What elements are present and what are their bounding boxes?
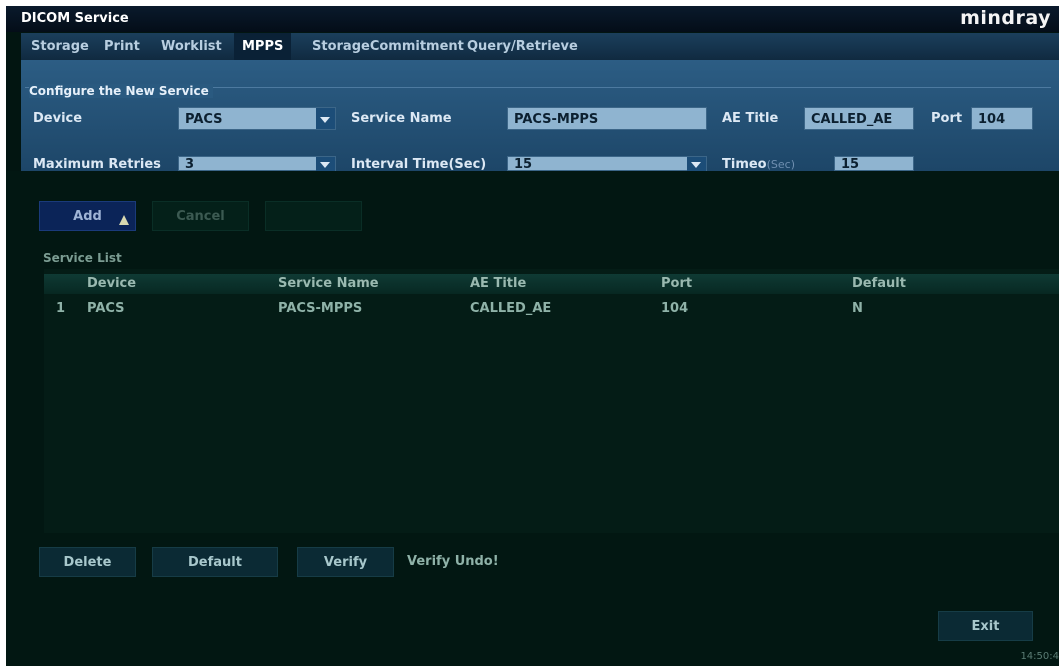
- ae-title-input[interactable]: CALLED_AE: [804, 107, 914, 130]
- device-value: PACS: [185, 112, 223, 127]
- col-default: Default: [852, 276, 906, 291]
- row-ae-title: CALLED_AE: [470, 301, 552, 316]
- interval-time-select[interactable]: 15: [507, 156, 707, 178]
- window-title: DICOM Service: [21, 11, 129, 26]
- tab-storage-commitment[interactable]: StorageCommitment: [304, 33, 472, 60]
- chevron-down-icon: [691, 162, 701, 168]
- main-area: Add Cancel Service List Device Service N…: [6, 171, 1059, 666]
- tab-bar: Storage Print Worklist MPPS StorageCommi…: [21, 33, 1059, 60]
- col-ae-title: AE Title: [470, 276, 527, 291]
- configure-group-label: Configure the New Service: [29, 84, 213, 98]
- service-list-header: Device Service Name AE Title Port Defaul…: [44, 274, 1059, 294]
- tab-print[interactable]: Print: [96, 33, 148, 60]
- service-name-value: PACS-MPPS: [514, 112, 599, 127]
- exit-button[interactable]: Exit: [938, 611, 1033, 641]
- row-port: 104: [661, 301, 689, 316]
- max-retries-label: Maximum Retries: [33, 157, 161, 172]
- tab-query-retrieve[interactable]: Query/Retrieve: [459, 33, 586, 60]
- row-device: PACS: [87, 301, 125, 316]
- configure-panel: Configure the New Service Device PACS Se…: [21, 60, 1059, 178]
- title-bar: DICOM Service mindray: [6, 6, 1059, 32]
- port-input[interactable]: 104: [971, 107, 1033, 130]
- row-index: 1: [56, 301, 66, 316]
- service-name-label: Service Name: [351, 111, 452, 126]
- chevron-down-icon: [320, 117, 330, 123]
- service-name-input[interactable]: PACS-MPPS: [507, 107, 707, 130]
- row-default: N: [852, 301, 863, 316]
- interval-time-value: 15: [514, 157, 533, 172]
- max-retries-value: 3: [185, 157, 195, 172]
- port-label: Port: [931, 111, 963, 126]
- interval-time-label: Interval Time(Sec): [351, 157, 487, 172]
- timeout-value: 15: [841, 157, 860, 172]
- timeout-input[interactable]: 15: [834, 156, 914, 172]
- max-retries-select[interactable]: 3: [178, 156, 336, 178]
- device-label: Device: [33, 111, 83, 126]
- timeout-label: Timeo(Sec): [722, 157, 796, 172]
- row-service-name: PACS-MPPS: [278, 301, 363, 316]
- col-port: Port: [661, 276, 693, 291]
- service-list-label: Service List: [43, 251, 122, 265]
- service-list: [44, 269, 1059, 533]
- verify-status: Verify Undo!: [407, 554, 499, 569]
- ae-title-label: AE Title: [722, 111, 779, 126]
- port-value: 104: [978, 112, 1006, 127]
- hand-cursor-icon: [119, 215, 129, 225]
- chevron-down-icon: [320, 162, 330, 168]
- tab-worklist[interactable]: Worklist: [153, 33, 230, 60]
- brand-logo: mindray: [960, 7, 1051, 29]
- default-button[interactable]: Default: [152, 547, 278, 577]
- clock-time: 14:50:4: [1020, 651, 1059, 662]
- tab-mpps[interactable]: MPPS: [234, 33, 292, 60]
- dicom-service-window: DICOM Service mindray Storage Print Work…: [6, 6, 1059, 666]
- cancel-button[interactable]: Cancel: [152, 201, 249, 231]
- ae-title-value: CALLED_AE: [811, 112, 893, 127]
- blank-button[interactable]: [265, 201, 362, 231]
- device-select[interactable]: PACS: [178, 107, 336, 130]
- delete-button[interactable]: Delete: [39, 547, 136, 577]
- col-service-name: Service Name: [278, 276, 379, 291]
- verify-button[interactable]: Verify: [297, 547, 394, 577]
- col-device: Device: [87, 276, 137, 291]
- tab-storage[interactable]: Storage: [23, 33, 97, 60]
